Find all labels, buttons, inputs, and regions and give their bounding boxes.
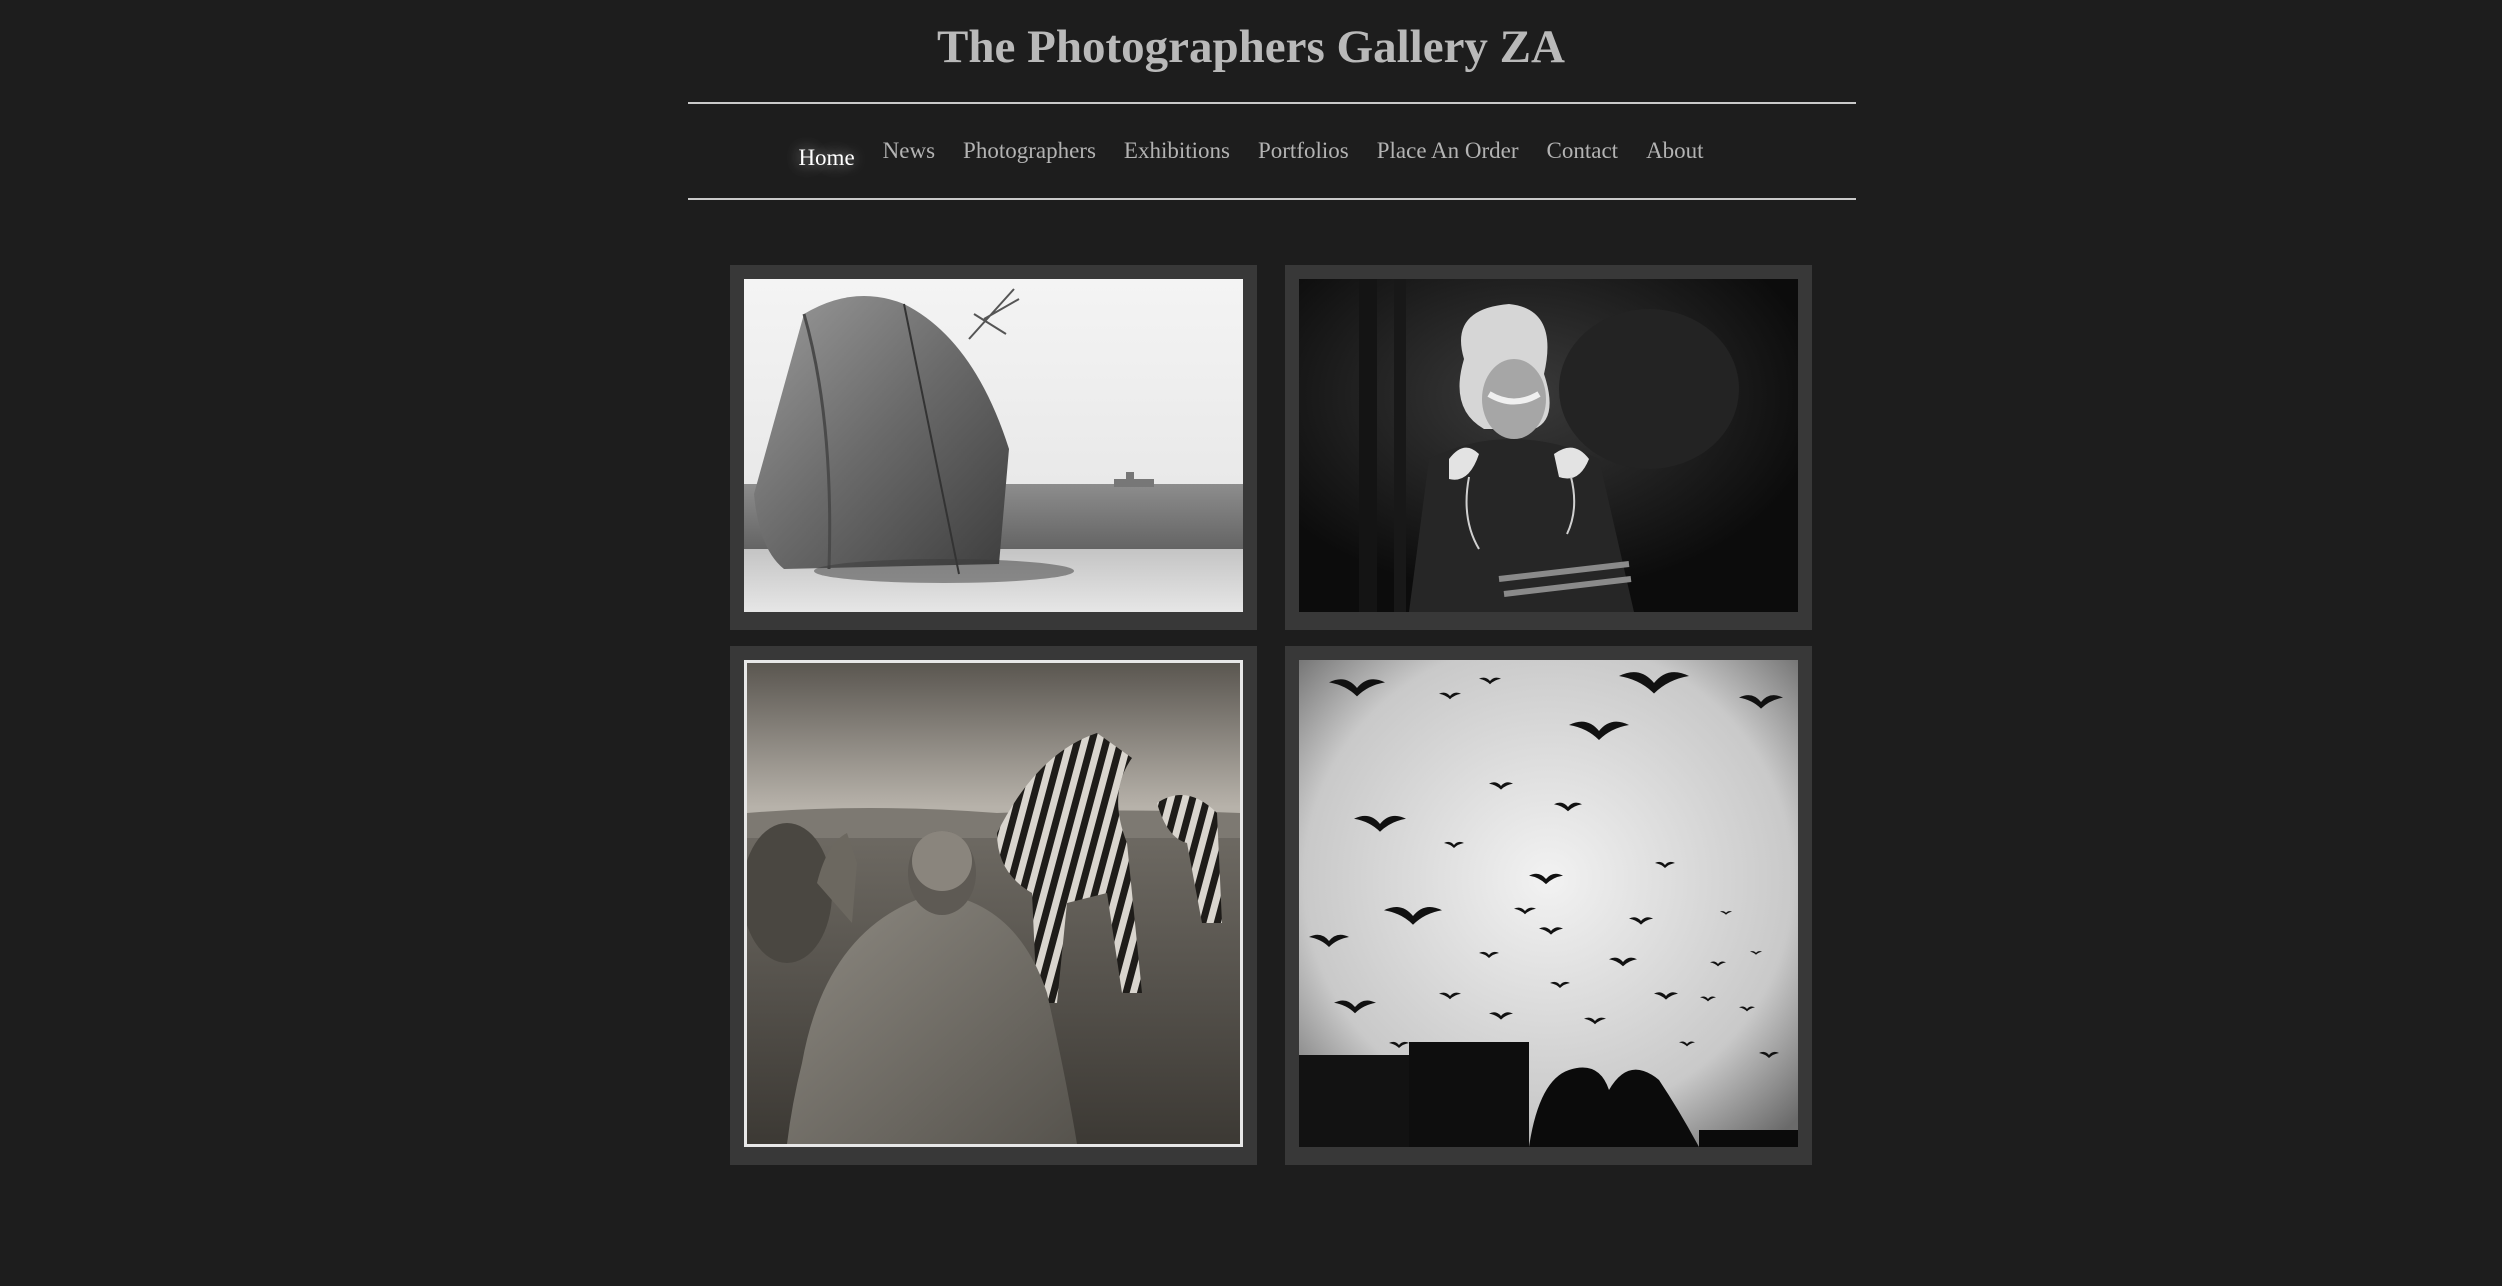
man-with-zebras-photo[interactable]	[744, 660, 1243, 1147]
nav-item-photographers[interactable]: Photographers	[949, 135, 1110, 167]
nav-item-portfolios[interactable]: Portfolios	[1244, 135, 1363, 167]
nav-item-exhibitions[interactable]: Exhibitions	[1110, 135, 1244, 167]
nav-item-about[interactable]: About	[1632, 135, 1718, 167]
gallery-tile-shipwreck[interactable]	[730, 265, 1257, 630]
birds-in-sky-photo[interactable]	[1299, 660, 1798, 1147]
shipwreck-photo[interactable]	[744, 279, 1243, 612]
gallery-tile-man-with-zebras[interactable]	[730, 646, 1257, 1165]
nav-item-home[interactable]: Home	[784, 142, 868, 174]
nav-item-place-an-order[interactable]: Place An Order	[1363, 135, 1533, 167]
main-navigation: Home News Photographers Exhibitions Port…	[0, 104, 2502, 198]
nav-item-contact[interactable]: Contact	[1533, 135, 1633, 167]
gallery-tile-birds-in-sky[interactable]	[1285, 646, 1812, 1165]
nav-item-news[interactable]: News	[869, 135, 949, 167]
girl-with-rats-photo[interactable]	[1299, 279, 1798, 612]
header-divider-bottom	[688, 198, 1856, 200]
site-title: The Photographers Gallery ZA	[937, 21, 1565, 73]
gallery-tile-girl-with-rats[interactable]	[1285, 265, 1812, 630]
